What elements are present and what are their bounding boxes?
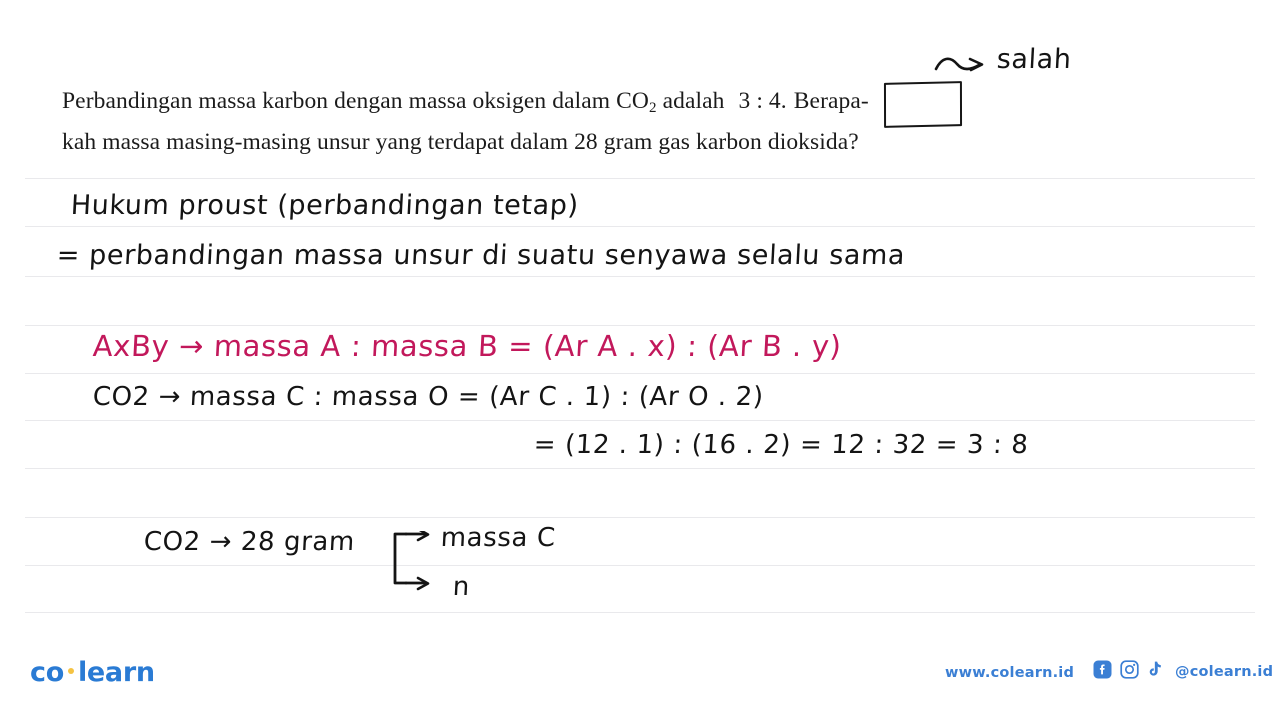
social-handle[interactable]: @colearn.id: [1175, 664, 1273, 680]
question-line1-mid: adalah: [656, 88, 731, 114]
branch-bracket-icon: [392, 527, 444, 593]
page-footer: co learn www.colearn.id @colearn.id: [0, 648, 1280, 720]
annotation-applied-formula: CO2 → massa C : massa O = (Ar C . 1) : (…: [92, 382, 765, 412]
question-line1-before: Perbandingan massa karbon dengan massa o…: [62, 88, 649, 114]
question-line1-after: Berapa-: [793, 88, 869, 114]
logo-text-learn: learn: [77, 657, 155, 688]
annotation-given-mass: CO2 → 28 gram: [143, 527, 356, 557]
boxed-ratio-value: 3 : 4.: [738, 88, 787, 114]
logo-text-co: co: [30, 657, 64, 688]
logo-dot-icon: [67, 668, 74, 674]
annotation-branch-n: n: [452, 572, 471, 602]
annotation-salah: salah: [996, 44, 1073, 75]
co2-subscript: 2: [649, 100, 657, 117]
annotation-general-formula: AxBy → massa A : massa B = (Ar A . x) : …: [92, 329, 843, 363]
annotation-branch-massa-c: massa C: [440, 523, 557, 553]
question-line2: kah massa masing-masing unsur yang terda…: [62, 129, 859, 156]
colearn-logo: co learn: [30, 657, 155, 688]
annotation-law-title: Hukum proust (perbandingan tetap): [70, 190, 580, 221]
annotation-computation: = (12 . 1) : (16 . 2) = 12 : 32 = 3 : 8: [533, 430, 1030, 460]
tiktok-icon[interactable]: [1147, 660, 1164, 684]
handdrawn-highlight-box: [883, 81, 963, 128]
curved-arrow-icon: [934, 52, 996, 78]
facebook-icon[interactable]: [1093, 660, 1112, 684]
social-links: @colearn.id: [1093, 660, 1273, 684]
website-url[interactable]: www.colearn.id: [945, 665, 1074, 681]
annotation-law-definition: = perbandingan massa unsur di suatu seny…: [56, 240, 906, 271]
instagram-icon[interactable]: [1120, 660, 1139, 684]
